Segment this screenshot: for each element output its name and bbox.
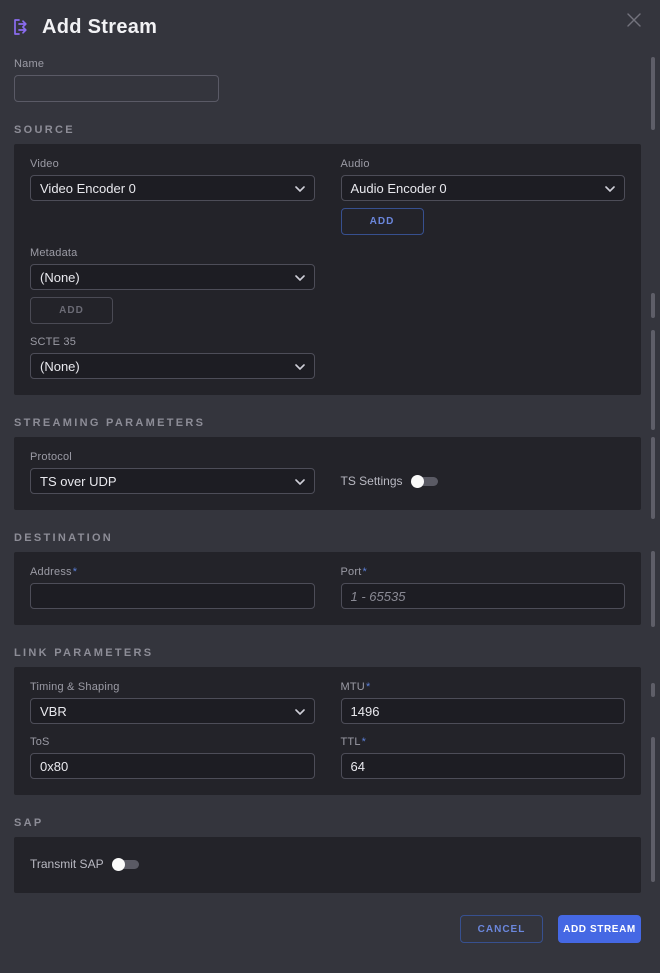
metadata-label: Metadata [30, 247, 315, 259]
protocol-select-value: TS over UDP [40, 474, 117, 489]
mtu-label: MTU* [341, 681, 626, 693]
dialog-footer: CANCEL ADD STREAM [14, 915, 641, 943]
link-panel: Timing & Shaping VBR MTU* ToS TTL* [14, 667, 641, 795]
toggle-knob [112, 858, 125, 871]
metadata-select-value: (None) [40, 270, 80, 285]
section-heading-destination: DESTINATION [14, 532, 641, 544]
add-stream-dialog: Add Stream Name SOURCE Video Video Encod… [0, 0, 660, 943]
required-asterisk: * [73, 566, 77, 578]
chevron-down-icon [605, 179, 615, 197]
audio-label: Audio [341, 158, 626, 170]
video-select-value: Video Encoder 0 [40, 181, 136, 196]
scrollbar-segment[interactable] [651, 437, 655, 519]
cancel-button[interactable]: CANCEL [460, 915, 543, 943]
section-heading-sap: SAP [14, 817, 641, 829]
ttl-input[interactable] [341, 753, 626, 779]
source-panel: Video Video Encoder 0 Audio Audio Encode… [14, 144, 641, 395]
audio-select-value: Audio Encoder 0 [351, 181, 447, 196]
address-input[interactable] [30, 583, 315, 609]
chevron-down-icon [295, 179, 305, 197]
timing-shaping-select-value: VBR [40, 704, 67, 719]
scrollbar-segment[interactable] [651, 551, 655, 627]
scrollbar-thumb[interactable] [651, 57, 655, 130]
timing-shaping-label: Timing & Shaping [30, 681, 315, 693]
transmit-sap-toggle[interactable] [112, 858, 139, 871]
dialog-title: Add Stream [42, 16, 157, 39]
protocol-label: Protocol [30, 451, 315, 463]
audio-select[interactable]: Audio Encoder 0 [341, 175, 626, 201]
destination-panel: Address* Port* [14, 552, 641, 625]
address-label: Address* [30, 566, 315, 578]
section-heading-link: LINK PARAMETERS [14, 647, 641, 659]
name-field-block: Name [14, 58, 219, 102]
scte35-label: SCTE 35 [30, 336, 315, 348]
chevron-down-icon [295, 268, 305, 286]
ttl-label: TTL* [341, 736, 626, 748]
port-label: Port* [341, 566, 626, 578]
scrollbar-segment[interactable] [651, 293, 655, 318]
toggle-knob [411, 475, 424, 488]
scte35-select-value: (None) [40, 359, 80, 374]
transmit-sap-group: Transmit SAP [30, 851, 625, 877]
required-asterisk: * [366, 681, 370, 693]
metadata-select[interactable]: (None) [30, 264, 315, 290]
chevron-down-icon [295, 702, 305, 720]
section-heading-streaming: STREAMING PARAMETERS [14, 417, 641, 429]
protocol-select[interactable]: TS over UDP [30, 468, 315, 494]
sap-panel: Transmit SAP [14, 837, 641, 893]
ts-settings-label: TS Settings [341, 474, 403, 488]
video-select[interactable]: Video Encoder 0 [30, 175, 315, 201]
dialog-header: Add Stream [14, 12, 641, 42]
scrollbar[interactable] [651, 0, 656, 973]
scrollbar-segment[interactable] [651, 737, 655, 882]
tos-label: ToS [30, 736, 315, 748]
scte35-select[interactable]: (None) [30, 353, 315, 379]
mtu-input[interactable] [341, 698, 626, 724]
required-asterisk: * [362, 566, 366, 578]
video-label: Video [30, 158, 315, 170]
tos-input[interactable] [30, 753, 315, 779]
chevron-down-icon [295, 357, 305, 375]
transmit-sap-label: Transmit SAP [30, 857, 104, 871]
required-asterisk: * [362, 736, 366, 748]
add-stream-button[interactable]: ADD STREAM [558, 915, 641, 943]
close-icon[interactable] [624, 10, 644, 30]
section-heading-source: SOURCE [14, 124, 641, 136]
scrollbar-segment[interactable] [651, 683, 655, 697]
ts-settings-toggle[interactable] [411, 475, 438, 488]
scrollbar-segment[interactable] [651, 330, 655, 430]
timing-shaping-select[interactable]: VBR [30, 698, 315, 724]
name-input[interactable] [14, 75, 219, 102]
add-audio-button[interactable]: ADD [341, 208, 424, 235]
ts-settings-group: TS Settings [341, 468, 438, 494]
port-input[interactable] [341, 583, 626, 609]
stream-out-icon [10, 16, 32, 38]
chevron-down-icon [295, 472, 305, 490]
name-label: Name [14, 58, 219, 70]
streaming-panel: Protocol TS over UDP TS Settings [14, 437, 641, 510]
add-metadata-button[interactable]: ADD [30, 297, 113, 324]
